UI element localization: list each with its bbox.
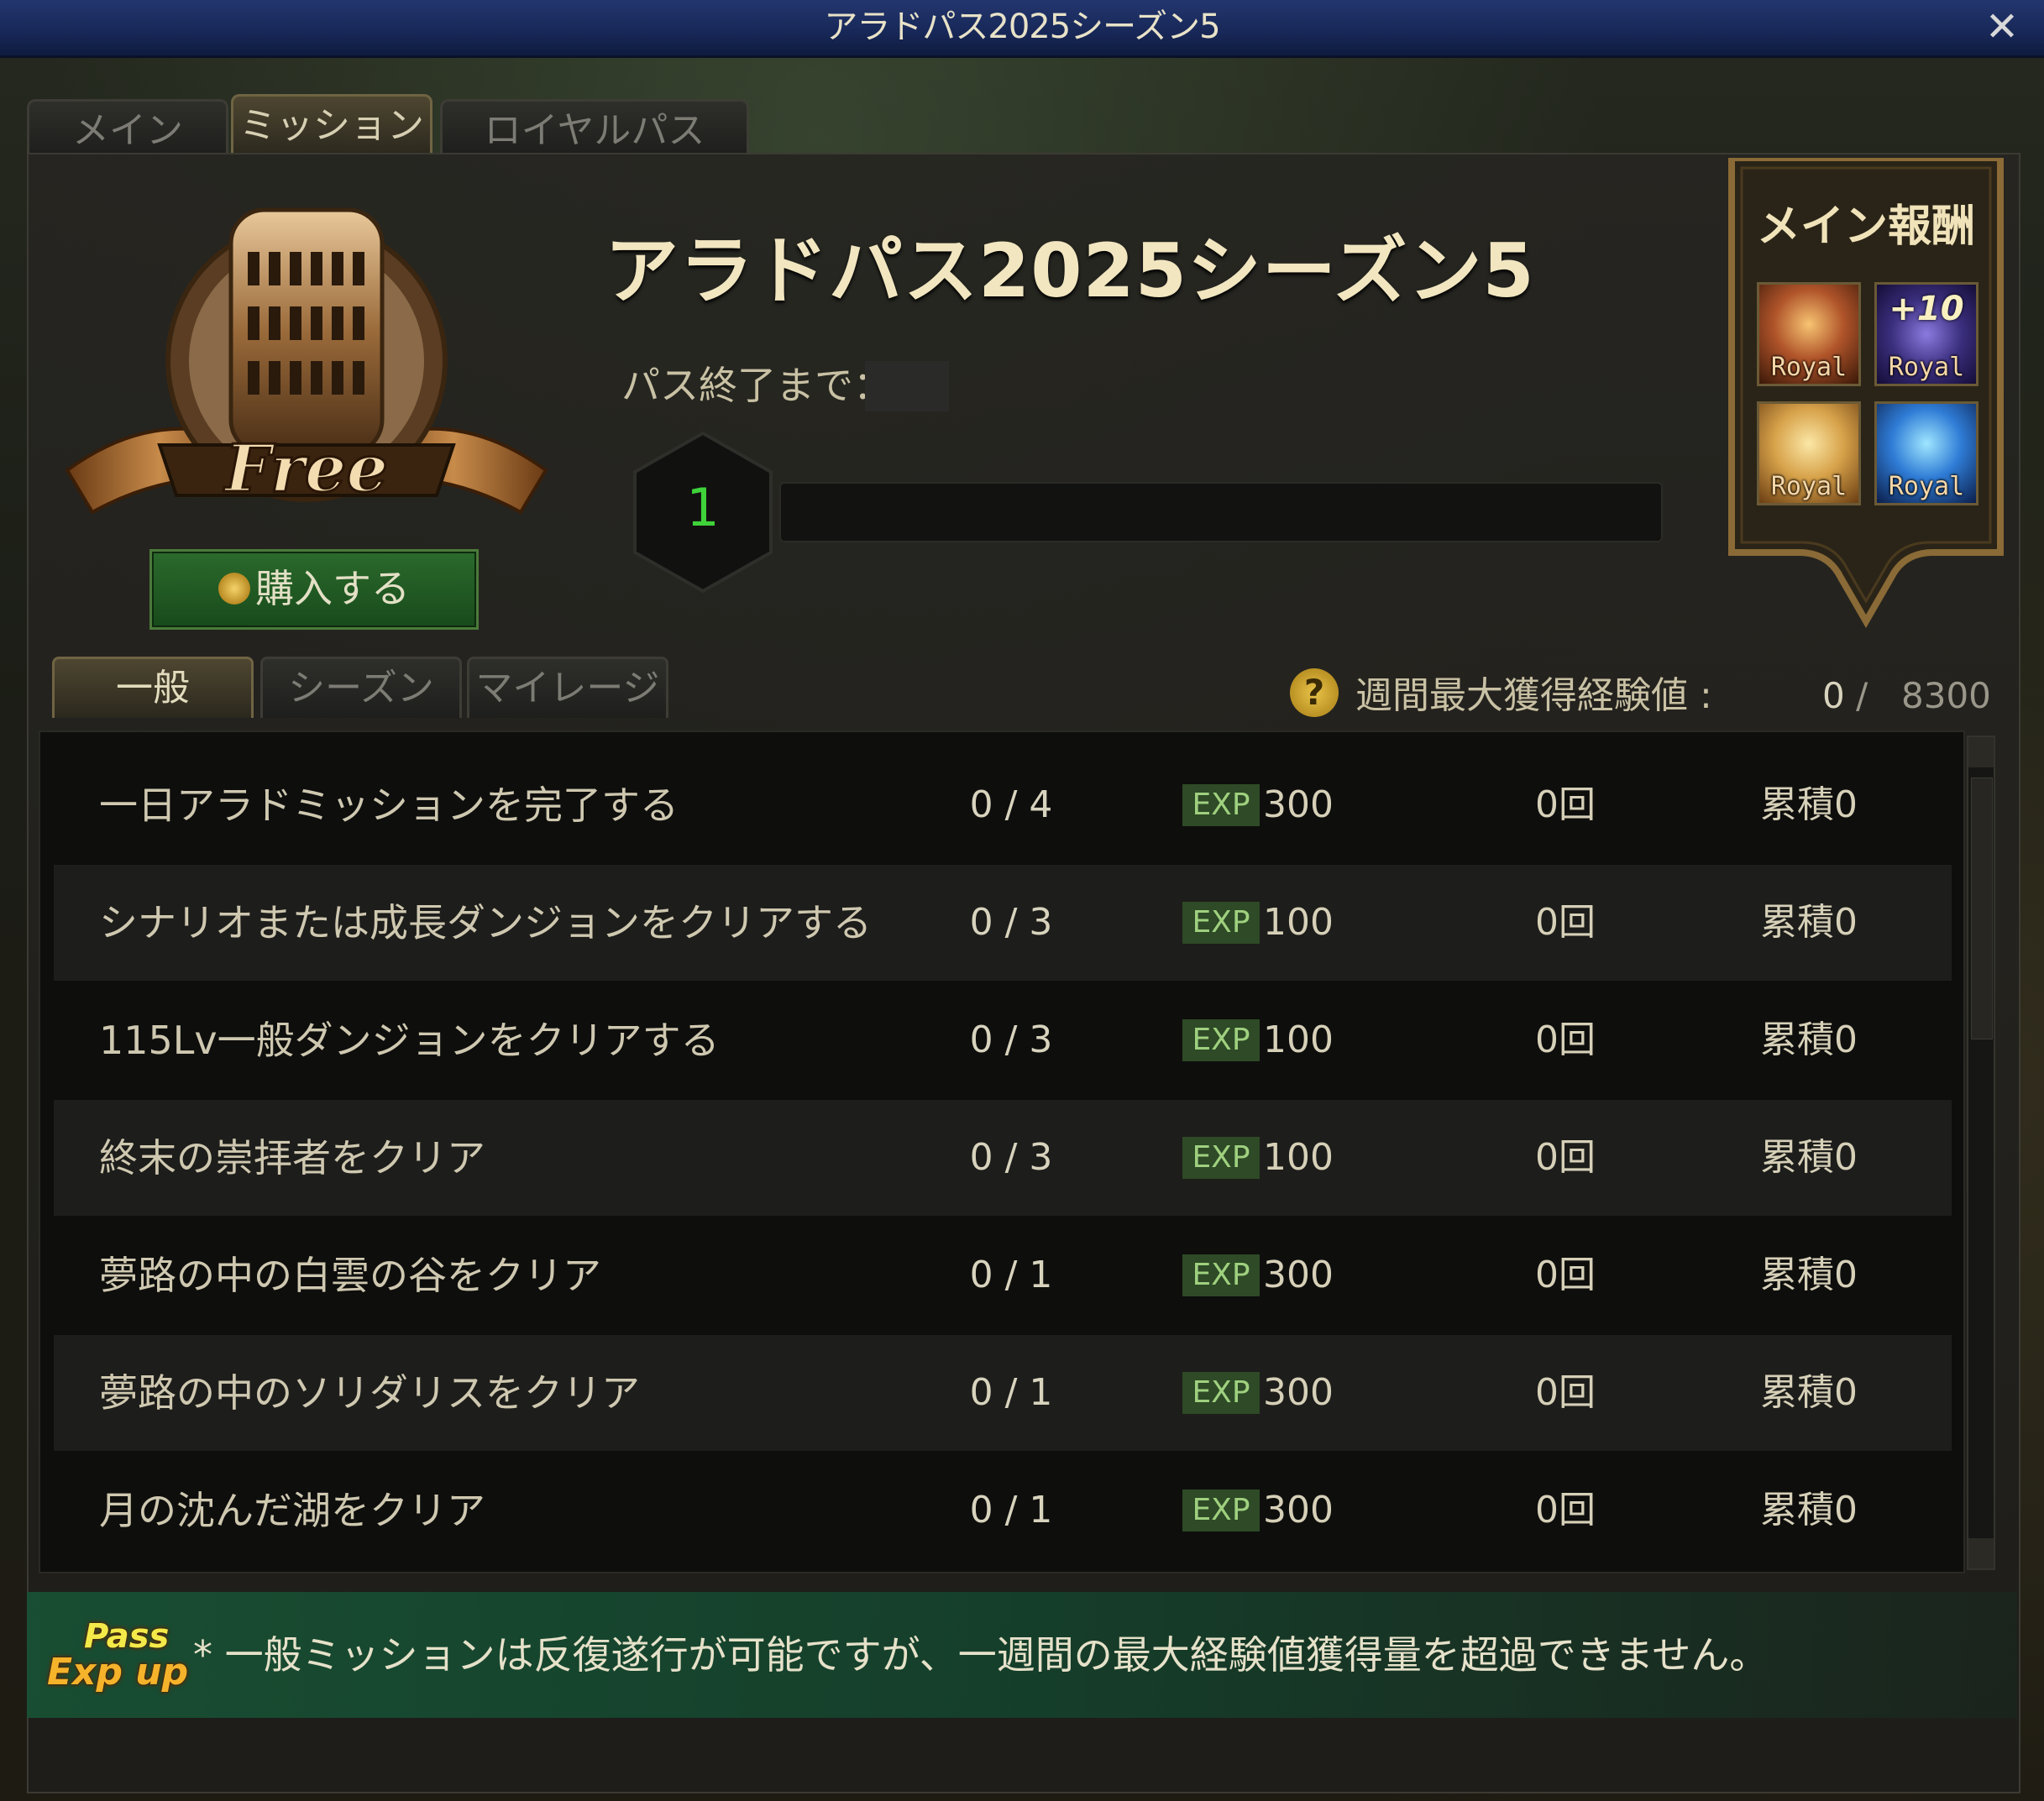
reward-blue-armor-icon[interactable]: Royal xyxy=(1874,401,1978,505)
badge-line-2: Exp up xyxy=(47,1651,189,1694)
mission-name: 夢路の中の白雲の谷をクリア xyxy=(99,1253,601,1298)
mission-name: 115Lv一般ダンジョンをクリアする xyxy=(99,1018,720,1063)
mission-row: シナリオまたは成長ダンジョンをクリアする 0 / 3 EXP 100 0回 累積… xyxy=(54,865,1952,981)
mission-exp: 100 xyxy=(1263,1018,1334,1061)
coin-icon xyxy=(218,572,250,605)
mission-row: 一日アラドミッションを完了する 0 / 4 EXP 300 0回 累積0 xyxy=(54,747,1952,863)
emblem-label: Free xyxy=(223,431,388,507)
tab-royal-pass-label: ロイヤルパス xyxy=(484,109,705,152)
reward-upgrade-plus10-icon[interactable]: +10 Royal xyxy=(1874,282,1978,386)
exp-badge: EXP xyxy=(1182,1254,1260,1296)
exp-badge: EXP xyxy=(1182,1019,1260,1061)
tab-mileage[interactable]: マイレージ xyxy=(467,657,668,718)
mission-accumulated: 累積0 xyxy=(1760,901,1858,944)
pass-title: アラドパス2025シーズン5 xyxy=(605,228,1535,314)
mission-progress: 0 / 1 xyxy=(969,1371,1053,1414)
title-bar: アラドパス2025シーズン5 ✕ xyxy=(0,0,2044,58)
reward-scroll-box-icon[interactable]: Royal xyxy=(1757,401,1861,505)
mission-exp: 300 xyxy=(1263,1371,1334,1414)
tab-royal-pass[interactable]: ロイヤルパス xyxy=(440,99,749,155)
mission-accumulated: 累積0 xyxy=(1760,1489,1858,1531)
tab-season-label: シーズン xyxy=(288,667,434,709)
exp-badge: EXP xyxy=(1182,1372,1260,1414)
free-pass-emblem-icon: Free xyxy=(65,207,548,515)
footer-note: * 一般ミッションは反復遂行が可能ですが、一週間の最大経験値獲得量を超過できませ… xyxy=(193,1632,1769,1678)
mission-count: 0回 xyxy=(1535,1136,1596,1179)
exp-badge: EXP xyxy=(1182,902,1260,944)
pass-window: アラドパス2025シーズン5 ✕ ミッション メイン ロイヤルパス Free 購… xyxy=(0,0,2044,1801)
weekly-max-exp-label: 週間最大獲得経験値 : xyxy=(1355,674,1712,717)
tab-mission[interactable]: ミッション xyxy=(231,94,432,155)
mission-list: 一日アラドミッションを完了する 0 / 4 EXP 300 0回 累積0 シナリ… xyxy=(39,730,1965,1573)
reward-label: Royal xyxy=(1888,472,1965,501)
mission-exp: 100 xyxy=(1263,1136,1334,1179)
buy-button-label: 購入する xyxy=(255,566,410,611)
mission-progress: 0 / 1 xyxy=(969,1254,1053,1296)
pass-progress-bar xyxy=(779,482,1663,542)
help-icon[interactable]: ? xyxy=(1290,668,1339,717)
reward-label: Royal xyxy=(1770,472,1847,501)
mission-progress: 0 / 1 xyxy=(969,1489,1053,1531)
tab-mission-label: ミッション xyxy=(239,104,424,147)
mission-accumulated: 累積0 xyxy=(1760,1136,1858,1179)
scroll-thumb[interactable] xyxy=(1971,777,1993,1039)
weekly-current-value: 0 xyxy=(1822,675,1845,716)
pass-level: 1 xyxy=(686,477,720,538)
mission-exp: 300 xyxy=(1263,1254,1334,1296)
mission-row: 夢路の中の白雲の谷をクリア 0 / 1 EXP 300 0回 累積0 xyxy=(54,1217,1952,1333)
mission-name: 一日アラドミッションを完了する xyxy=(99,783,679,828)
scroll-up-button[interactable] xyxy=(1968,737,1994,767)
mission-row: 115Lv一般ダンジョンをクリアする 0 / 3 EXP 100 0回 累積0 xyxy=(54,982,1952,1098)
tab-general-label: 一般 xyxy=(116,667,190,709)
mission-name: シナリオまたは成長ダンジョンをクリアする xyxy=(99,900,872,945)
tab-mileage-label: マイレージ xyxy=(475,667,660,709)
main-reward-title: メイン報酬 xyxy=(1756,202,1975,252)
mission-accumulated: 累積0 xyxy=(1760,783,1858,826)
reward-trophy-icon[interactable]: Royal xyxy=(1757,282,1861,386)
weekly-exp-max: 8300 xyxy=(1901,675,1991,716)
weekly-exp-current: 0 / xyxy=(1822,667,1868,725)
mission-row: 月の沈んだ湖をクリア 0 / 1 EXP 300 0回 累積0 xyxy=(54,1453,1952,1568)
buy-button[interactable]: 購入する xyxy=(149,549,479,630)
pass-exp-up-badge-icon: Pass Exp up xyxy=(47,1617,190,1698)
tab-general[interactable]: 一般 xyxy=(52,657,254,718)
pass-end-value xyxy=(865,361,949,411)
scroll-down-button[interactable] xyxy=(1968,1538,1994,1568)
mission-exp: 300 xyxy=(1263,1489,1334,1531)
mission-progress: 0 / 3 xyxy=(969,901,1053,944)
mission-progress: 0 / 4 xyxy=(969,783,1053,826)
mission-name: 月の沈んだ湖をクリア xyxy=(99,1488,485,1533)
mission-exp: 100 xyxy=(1263,901,1334,944)
weekly-separator: / xyxy=(1856,675,1868,716)
window-title: アラドパス2025シーズン5 xyxy=(824,8,1220,46)
exp-badge: EXP xyxy=(1182,784,1260,826)
mission-progress: 0 / 3 xyxy=(969,1136,1053,1179)
mission-accumulated: 累積0 xyxy=(1760,1018,1858,1061)
reward-label: Royal xyxy=(1888,353,1965,382)
close-icon[interactable]: ✕ xyxy=(1978,3,2026,50)
mission-row: 終末の崇拝者をクリア 0 / 3 EXP 100 0回 累積0 xyxy=(54,1100,1952,1216)
tab-main-label: メイン xyxy=(72,109,183,152)
mission-count: 0回 xyxy=(1535,783,1596,826)
mission-count: 0回 xyxy=(1535,901,1596,944)
mission-row: 夢路の中のソリダリスをクリア 0 / 1 EXP 300 0回 累積0 xyxy=(54,1335,1952,1451)
mission-count: 0回 xyxy=(1535,1489,1596,1531)
mission-count: 0回 xyxy=(1535,1018,1596,1061)
mission-exp: 300 xyxy=(1263,783,1334,826)
reward-label: Royal xyxy=(1770,353,1847,382)
mission-count: 0回 xyxy=(1535,1371,1596,1414)
mission-accumulated: 累積0 xyxy=(1760,1254,1858,1296)
mission-progress: 0 / 3 xyxy=(969,1018,1053,1061)
exp-badge: EXP xyxy=(1182,1137,1260,1179)
reward-overlay: +10 xyxy=(1889,290,1964,328)
pass-end-label: パス終了まで： xyxy=(621,363,892,408)
mission-name: 終末の崇拝者をクリア xyxy=(99,1135,485,1181)
exp-badge: EXP xyxy=(1182,1489,1260,1531)
mission-count: 0回 xyxy=(1535,1254,1596,1296)
mission-name: 夢路の中のソリダリスをクリア xyxy=(99,1370,640,1416)
mission-accumulated: 累積0 xyxy=(1760,1371,1858,1414)
mission-list-scrollbar[interactable] xyxy=(1967,736,1995,1570)
tab-season[interactable]: シーズン xyxy=(260,657,462,718)
tab-main[interactable]: メイン xyxy=(27,99,228,155)
